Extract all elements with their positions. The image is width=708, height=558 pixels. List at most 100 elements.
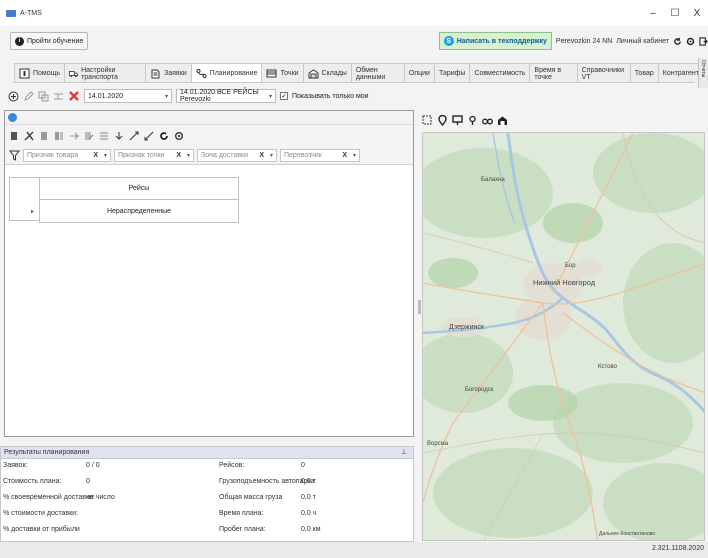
map-view[interactable]: Балахна Бор Нижний Новгород Дзержинск Кс… bbox=[422, 132, 705, 541]
map-label-kstovo: Кстово bbox=[598, 364, 618, 370]
delivery-zone-filter[interactable]: Зона доставки X ▾ bbox=[197, 149, 277, 162]
date-value: 14.01.2020 bbox=[88, 92, 124, 100]
tab-points[interactable]: Точки bbox=[261, 63, 304, 83]
pin-outline-icon[interactable] bbox=[467, 115, 478, 126]
map-label-vorsma: Ворсма bbox=[427, 441, 449, 447]
binoculars-icon[interactable] bbox=[482, 115, 493, 126]
expand-icon[interactable] bbox=[129, 131, 139, 141]
arrow-down-icon[interactable] bbox=[114, 131, 124, 141]
tab-compatibility[interactable]: Совместимость bbox=[469, 63, 531, 83]
delete-icon[interactable] bbox=[68, 90, 80, 102]
clear-icon[interactable]: X bbox=[176, 152, 181, 159]
tab-tariffs[interactable]: Тарифы bbox=[433, 63, 471, 83]
doc-split-icon[interactable] bbox=[54, 131, 64, 141]
tab-label: Время в точке bbox=[534, 66, 562, 81]
tab-label: Товар bbox=[634, 70, 654, 77]
chevron-down-icon: ▾ bbox=[268, 93, 272, 100]
plan-time-value: 0,0 ч bbox=[301, 510, 317, 517]
cabinet-link[interactable]: Личный кабинет bbox=[616, 38, 669, 45]
filter-icon[interactable] bbox=[9, 150, 20, 161]
carrier-filter[interactable]: Перевозчик X ▾ bbox=[280, 149, 360, 162]
refresh-icon[interactable] bbox=[159, 131, 169, 141]
tab-time-at-point[interactable]: Время в точке bbox=[529, 63, 578, 83]
map-toolbar bbox=[422, 110, 508, 130]
tab-vt-references[interactable]: Справочники VT bbox=[576, 63, 631, 83]
tab-help[interactable]: Помощь bbox=[14, 63, 66, 83]
training-button[interactable]: i Пройти обучение bbox=[10, 32, 89, 50]
point-attribute-placeholder: Признак точки bbox=[118, 152, 165, 159]
add-icon[interactable] bbox=[8, 91, 19, 102]
warehouse-icon[interactable] bbox=[497, 115, 508, 126]
grid-row-indicator-column bbox=[9, 177, 39, 221]
points-icon bbox=[266, 69, 277, 78]
fleet-capacity-value: 0,0 т bbox=[301, 478, 316, 485]
tab-label: Помощь bbox=[33, 70, 61, 77]
clear-icon[interactable]: X bbox=[93, 152, 98, 159]
map-marker-box-icon[interactable] bbox=[452, 114, 463, 126]
tab-goods[interactable]: Товар bbox=[629, 63, 659, 83]
copy-icon[interactable] bbox=[38, 91, 49, 102]
globe-icon[interactable] bbox=[8, 113, 17, 122]
edit-icon[interactable] bbox=[23, 90, 34, 102]
doc-grey-icon[interactable] bbox=[39, 131, 49, 141]
point-attribute-filter[interactable]: Признак точки X ▾ bbox=[114, 149, 194, 162]
tab-data-exchange[interactable]: Обмен данными bbox=[350, 63, 405, 83]
clear-icon[interactable]: X bbox=[342, 152, 347, 159]
cut-icon[interactable] bbox=[24, 131, 34, 141]
tab-options[interactable]: Опции bbox=[403, 63, 435, 83]
minimize-button[interactable]: – bbox=[642, 0, 664, 26]
window-title: A-TMS bbox=[20, 9, 42, 17]
info-icon: i bbox=[15, 36, 24, 46]
only-mine-checkbox[interactable]: ✓ bbox=[280, 92, 288, 100]
chevron-down-icon: ▾ bbox=[269, 153, 273, 159]
tab-warehouses[interactable]: Склады bbox=[302, 63, 352, 83]
splitter-handle[interactable] bbox=[418, 300, 421, 314]
tab-planning[interactable]: Планирование bbox=[190, 63, 263, 83]
map-label-dalneye: Дальнее Константиново bbox=[599, 531, 655, 537]
list-icon[interactable] bbox=[99, 131, 109, 141]
goods-attribute-filter[interactable]: Признак товара X ▾ bbox=[23, 149, 111, 162]
tab-label: Справочники VT bbox=[581, 66, 625, 81]
routes-column-header[interactable]: Рейсы bbox=[40, 178, 238, 200]
plan-mileage-value: 0,0 км bbox=[301, 526, 321, 533]
move-icon[interactable] bbox=[69, 131, 79, 141]
map-canvas: Балахна Бор Нижний Новгород Дзержинск Кс… bbox=[423, 133, 704, 540]
close-button[interactable]: X bbox=[686, 0, 708, 26]
support-button[interactable]: S Написать в техподдержку bbox=[438, 32, 552, 50]
routes-count-value: 0 bbox=[301, 462, 305, 469]
logout-icon[interactable] bbox=[699, 36, 708, 46]
only-mine-label: Показывать только мои bbox=[292, 92, 369, 100]
location-pin-icon[interactable] bbox=[437, 114, 448, 126]
tab-label: Настройки транспорта bbox=[81, 66, 118, 81]
date-picker[interactable]: 14.01.2020 ▾ bbox=[84, 89, 172, 103]
map-label-balakhna: Балахна bbox=[481, 177, 505, 183]
row-selector-icon: ▸ bbox=[31, 209, 35, 215]
gear-icon[interactable] bbox=[174, 131, 184, 141]
plan-cost-label: Стоимость плана: bbox=[3, 478, 62, 485]
top-action-bar: i Пройти обучение S Написать в техподдер… bbox=[0, 30, 708, 52]
plan-mileage-label: Пробег плана: bbox=[219, 526, 266, 533]
tab-transport-settings[interactable]: Настройки транспорта bbox=[64, 63, 147, 83]
tab-orders[interactable]: Заявки bbox=[145, 63, 192, 83]
pin-icon[interactable]: ⊥ bbox=[401, 448, 407, 456]
clear-icon[interactable]: X bbox=[259, 152, 264, 159]
settings-icon[interactable] bbox=[686, 37, 695, 46]
results-title: Результаты планирования bbox=[4, 449, 90, 456]
plan-select[interactable]: 14.01.2020 ВСЕ РЕЙСЫ Perevozki ▾ bbox=[176, 89, 276, 103]
chevron-down-icon: ▾ bbox=[103, 153, 107, 159]
doc-edit-icon[interactable] bbox=[84, 131, 94, 141]
table-row[interactable]: Нераспределенные bbox=[40, 200, 238, 222]
chevron-down-icon: ▾ bbox=[164, 93, 168, 100]
document-icon[interactable] bbox=[9, 131, 19, 141]
collapse-icon[interactable] bbox=[144, 131, 154, 141]
merge-icon[interactable] bbox=[53, 91, 64, 102]
results-grid: Заявок: 0 / 0 Стоимость плана: 0 % своев… bbox=[1, 459, 413, 541]
refresh-icon[interactable] bbox=[673, 37, 682, 46]
maximize-button[interactable]: ☐ bbox=[664, 0, 686, 26]
reports-side-tab[interactable]: Отчеты bbox=[698, 58, 708, 88]
support-label: Написать в техподдержку bbox=[456, 37, 547, 45]
main-tabs: Помощь Настройки транспорта Заявки Плани… bbox=[14, 63, 708, 83]
truck-icon bbox=[69, 71, 79, 78]
selection-icon[interactable] bbox=[422, 115, 433, 126]
planning-toolbar: 14.01.2020 ▾ 14.01.2020 ВСЕ РЕЙСЫ Perevo… bbox=[8, 88, 369, 104]
